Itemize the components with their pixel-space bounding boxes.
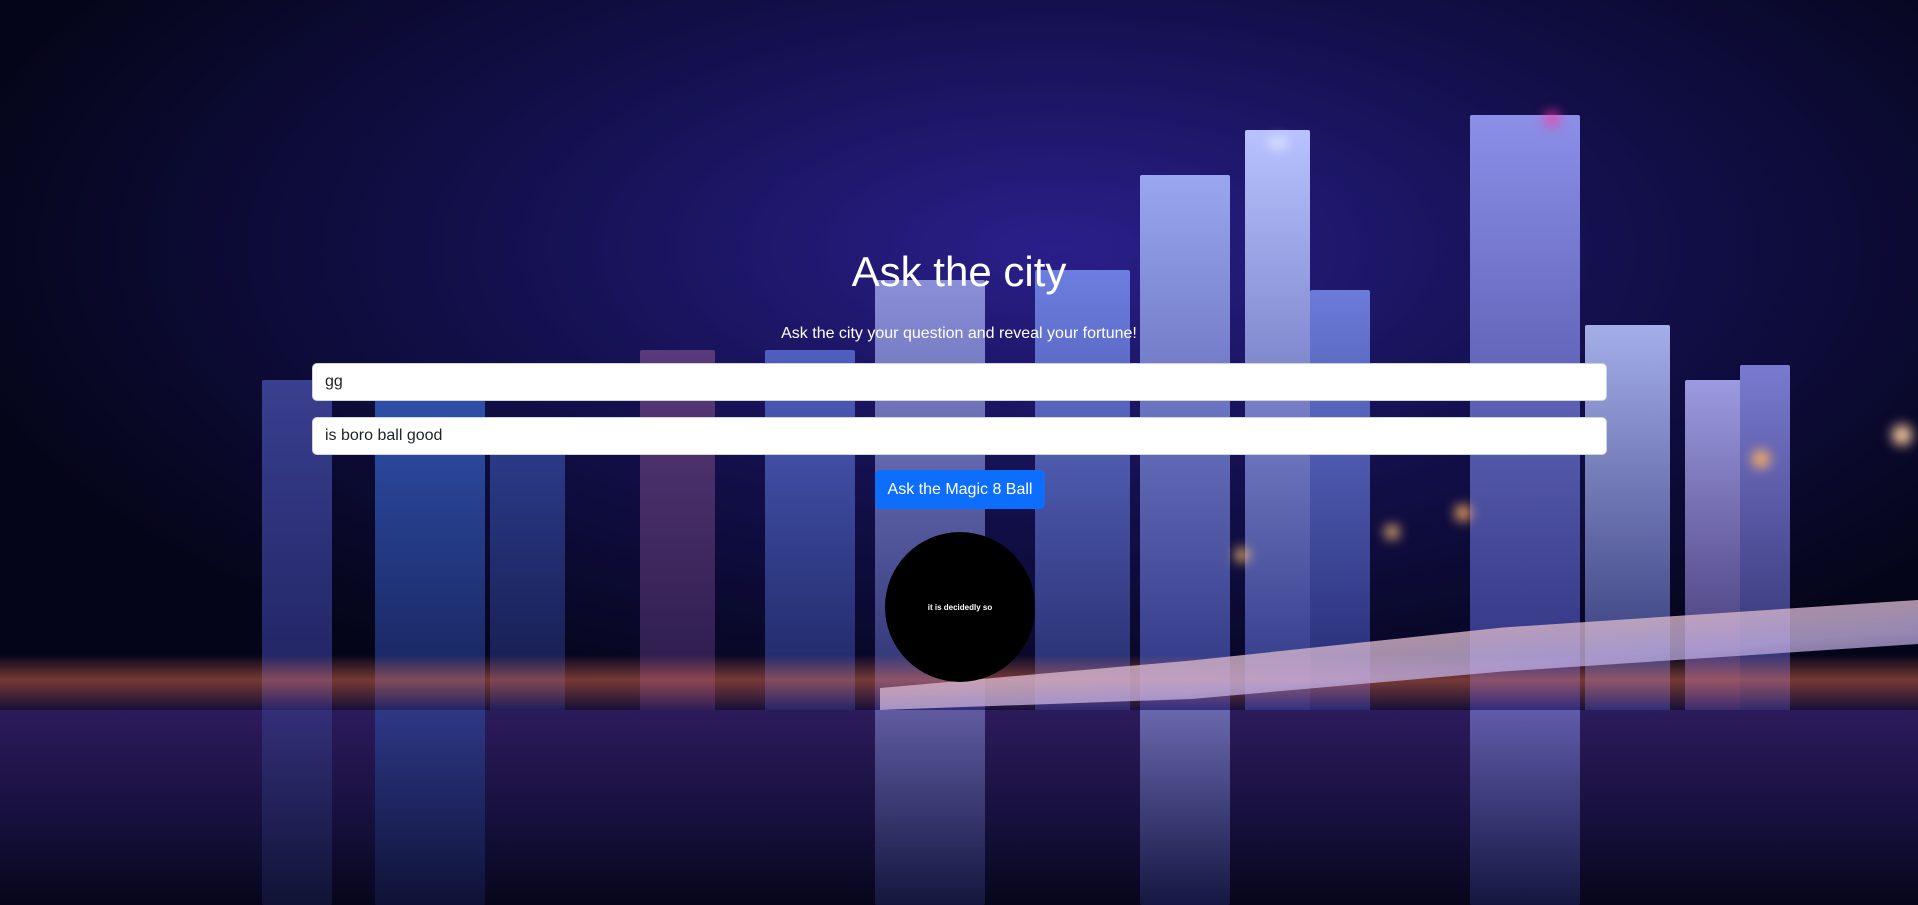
main-content: Ask the city Ask the city your question …: [0, 0, 1918, 905]
ask-magic-8-ball-button[interactable]: Ask the Magic 8 Ball: [875, 470, 1045, 509]
name-input[interactable]: [312, 363, 1607, 401]
page-title: Ask the city: [851, 248, 1067, 295]
question-input[interactable]: [312, 417, 1607, 455]
magic-8-ball-answer: it is decidedly so: [927, 602, 993, 612]
magic-8-ball: it is decidedly so: [885, 532, 1035, 682]
page-subtitle: Ask the city your question and reveal yo…: [781, 325, 1137, 342]
